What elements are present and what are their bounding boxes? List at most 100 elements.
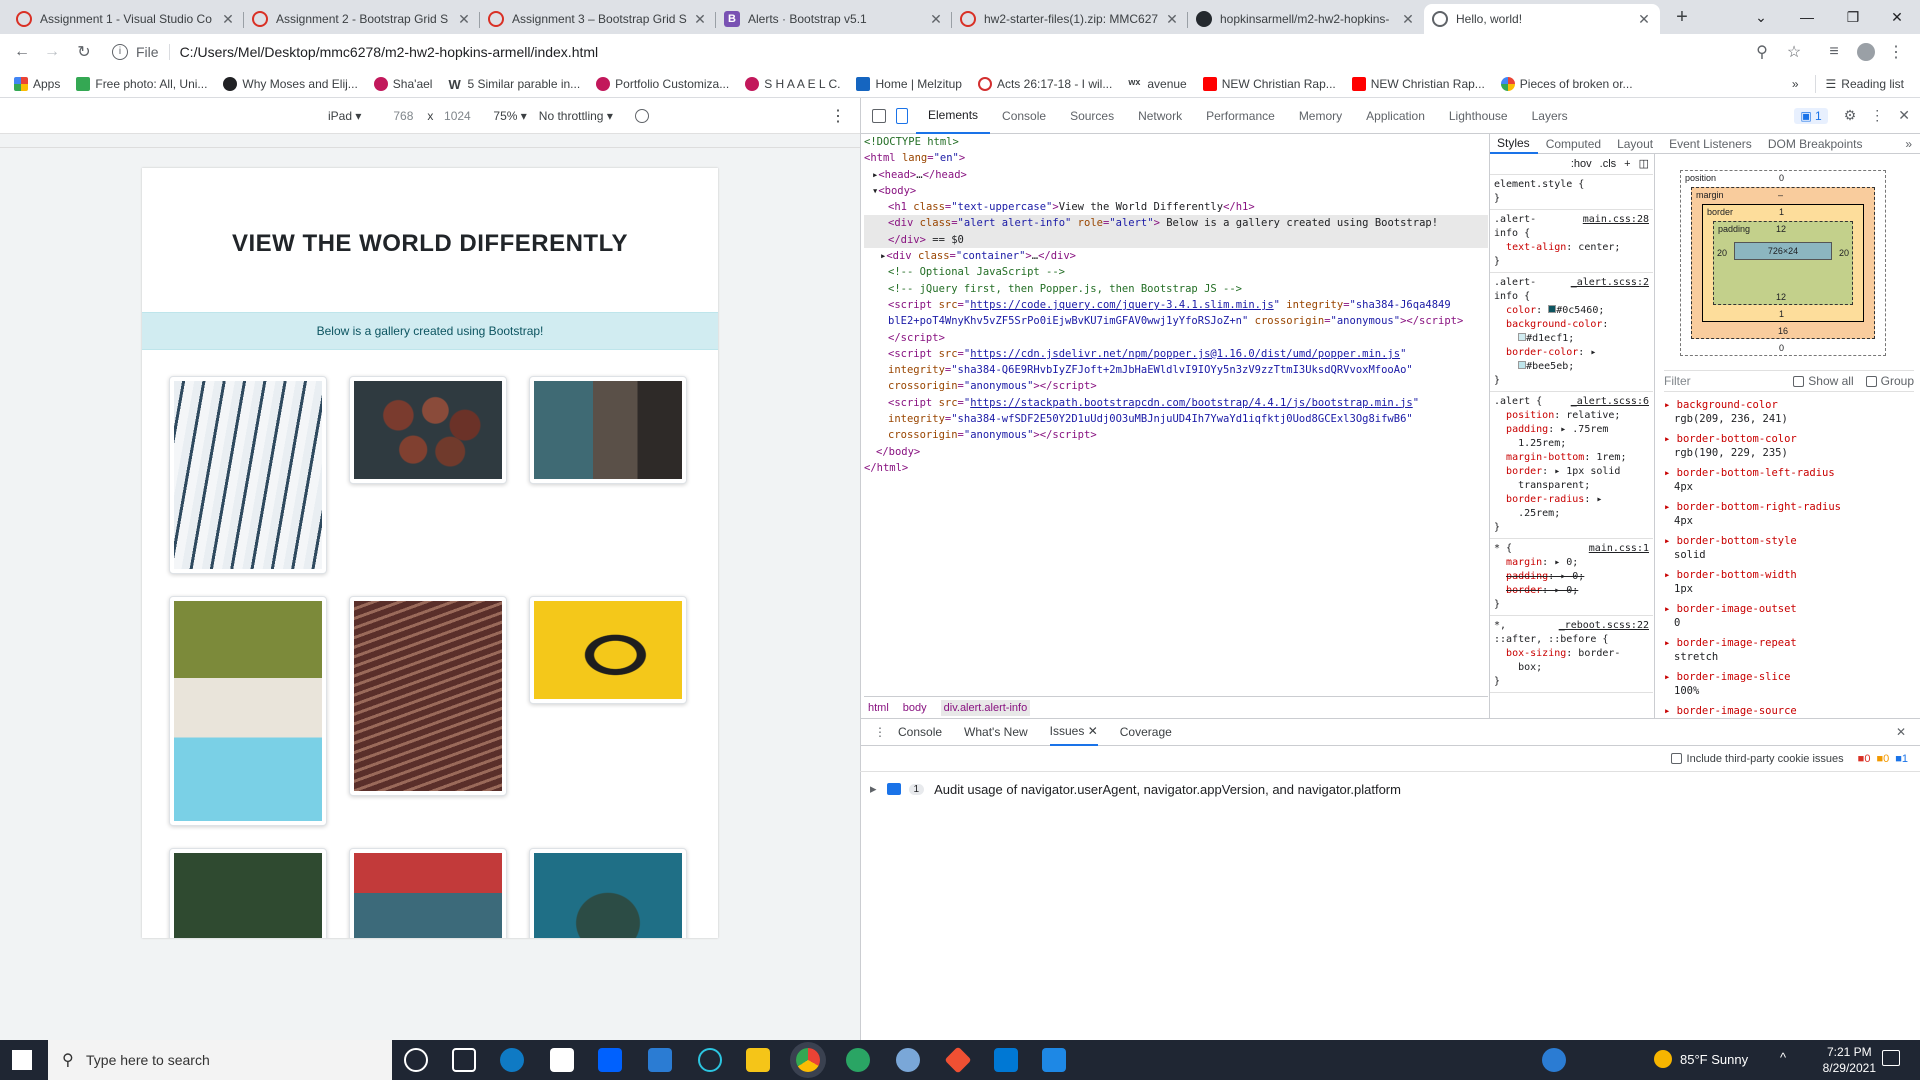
window-close-icon[interactable]: ✕ bbox=[1874, 0, 1920, 34]
dom-node[interactable]: ▸<div class="container">…</div> bbox=[864, 248, 1488, 264]
bookmark-item[interactable]: NEW Christian Rap... bbox=[1351, 76, 1485, 91]
bookmark-item[interactable]: wx avenue bbox=[1128, 77, 1186, 91]
tray-chevron-icon[interactable]: ^ bbox=[1780, 1050, 1786, 1065]
style-rule[interactable]: * {main.css:1 margin: ▸ 0; padding: ▸ 0;… bbox=[1490, 539, 1653, 616]
computed-property[interactable]: ▸ border-bottom-left-radius 4px bbox=[1664, 466, 1912, 494]
gallery-image[interactable] bbox=[169, 376, 327, 574]
tab-6-active[interactable]: Hello, world! ✕ bbox=[1424, 4, 1660, 34]
computed-property[interactable]: ▸ border-image-slice 100% bbox=[1664, 670, 1912, 698]
tab-performance[interactable]: Performance bbox=[1194, 98, 1287, 134]
dom-node[interactable]: integrity="sha384-wfSDF2E50Y2D1uUdj0O3uM… bbox=[864, 411, 1488, 427]
box-model[interactable]: position 0 0 margin – 16 border 1 1 padd… bbox=[1680, 170, 1886, 356]
dom-node[interactable]: ▾<body> bbox=[864, 183, 1488, 199]
bookmark-item[interactable]: Acts 26:17-18 - I wil... bbox=[977, 76, 1112, 91]
dropbox-icon[interactable] bbox=[598, 1048, 622, 1072]
computed-property[interactable]: ▸ border-bottom-style solid bbox=[1664, 534, 1912, 562]
drawer-menu-icon[interactable]: ⋮ bbox=[874, 725, 886, 739]
device-width-input[interactable]: 768 bbox=[385, 109, 421, 123]
bookmark-item[interactable]: NEW Christian Rap... bbox=[1202, 76, 1336, 91]
dom-node[interactable]: </html> bbox=[864, 460, 1488, 476]
device-height-input[interactable]: 1024 bbox=[439, 109, 475, 123]
media-query-ruler[interactable] bbox=[0, 134, 860, 148]
gallery-image[interactable] bbox=[169, 848, 327, 938]
drawer-close-icon[interactable]: ✕ bbox=[1896, 725, 1906, 739]
dom-node[interactable]: <!DOCTYPE html> bbox=[864, 134, 1488, 150]
inspect-icon[interactable] bbox=[872, 108, 886, 123]
file-explorer-icon[interactable] bbox=[746, 1048, 770, 1072]
dom-node[interactable]: <script src="https://cdn.jsdelivr.net/np… bbox=[864, 346, 1488, 362]
dom-node[interactable]: <script src="https://code.jquery.com/jqu… bbox=[864, 297, 1488, 313]
maximize-icon[interactable]: ❐ bbox=[1830, 0, 1876, 34]
tab-4[interactable]: hw2-starter-files(1).zip: MMC627 ✕ bbox=[952, 4, 1188, 34]
issue-row[interactable]: ▸ 1 Audit usage of navigator.userAgent, … bbox=[860, 776, 1920, 802]
drawer-tab-console[interactable]: Console bbox=[898, 725, 942, 739]
more-bookmarks-icon[interactable]: » bbox=[1792, 77, 1799, 91]
device-select[interactable]: iPad ▾ bbox=[328, 109, 361, 123]
close-icon[interactable]: ✕ bbox=[928, 11, 944, 28]
bookmark-apps[interactable]: Apps bbox=[14, 76, 60, 91]
dom-node[interactable]: blE2+poT4WnyKhv5vZF5SrPo0iEjwBvKU7imGFAV… bbox=[864, 313, 1488, 329]
close-icon[interactable]: ✕ bbox=[456, 11, 472, 28]
bookmark-item[interactable]: Portfolio Customiza... bbox=[596, 76, 729, 91]
dom-comment[interactable]: <!-- Optional JavaScript --> bbox=[864, 264, 1488, 280]
third-party-checkbox[interactable] bbox=[1670, 753, 1682, 764]
tab-search-icon[interactable]: ⌄ bbox=[1738, 0, 1784, 34]
edge-icon[interactable] bbox=[500, 1048, 524, 1072]
weather-widget[interactable]: 85°F Sunny bbox=[1654, 1050, 1748, 1068]
info-icon[interactable]: i bbox=[112, 44, 128, 60]
help-icon[interactable] bbox=[1542, 1048, 1566, 1072]
bookmark-star-icon[interactable]: ☆ bbox=[1782, 40, 1806, 64]
close-icon[interactable]: ✕ bbox=[692, 11, 708, 28]
dom-node[interactable]: <h1 class="text-uppercase">View the Worl… bbox=[864, 199, 1488, 215]
style-rule[interactable]: .alert {_alert.scss:6 position: relative… bbox=[1490, 392, 1653, 539]
computed-property[interactable]: ▸ border-bottom-width 1px bbox=[1664, 568, 1912, 596]
chrome-icon[interactable] bbox=[796, 1048, 820, 1072]
computed-property[interactable]: ▸ border-image-repeat stretch bbox=[1664, 636, 1912, 664]
dom-tree[interactable]: <!DOCTYPE html> <html lang="en"> ▸<head>… bbox=[864, 134, 1488, 696]
computed-property[interactable]: ▸ border-image-source bbox=[1664, 704, 1912, 716]
bookmark-item[interactable]: Free photo: All, Uni... bbox=[76, 76, 207, 91]
zoom-icon[interactable]: ⚲ bbox=[1750, 40, 1774, 64]
issues-badge[interactable]: ▣ 1 bbox=[1794, 107, 1828, 124]
dom-node[interactable]: crossorigin="anonymous"></script> bbox=[864, 378, 1488, 394]
cortana-icon[interactable] bbox=[404, 1048, 428, 1072]
gallery-image[interactable] bbox=[349, 376, 507, 484]
drawer-tab-coverage[interactable]: Coverage bbox=[1120, 725, 1172, 739]
gallery-image[interactable] bbox=[529, 596, 687, 704]
back-icon[interactable]: ← bbox=[10, 40, 34, 64]
tab-dom-breakpoints[interactable]: DOM Breakpoints bbox=[1760, 134, 1871, 154]
new-tab-icon[interactable]: + bbox=[1670, 6, 1694, 30]
dom-node[interactable]: <script src="https://stackpath.bootstrap… bbox=[864, 395, 1488, 411]
computed-property[interactable]: ▸ border-bottom-right-radius 4px bbox=[1664, 500, 1912, 528]
style-rule[interactable]: .alert-main.css:28 info { text-align: cen… bbox=[1490, 210, 1653, 273]
tab-application[interactable]: Application bbox=[1354, 98, 1437, 134]
url-text[interactable]: C:/Users/Mel/Desktop/mmc6278/m2-hw2-hopk… bbox=[180, 44, 599, 60]
devtools-close-icon[interactable]: ✕ bbox=[1898, 107, 1910, 124]
vscode-icon[interactable] bbox=[994, 1048, 1018, 1072]
style-rule[interactable]: element.style {} bbox=[1490, 175, 1653, 210]
git-icon[interactable] bbox=[944, 1046, 972, 1074]
close-icon[interactable]: ✕ bbox=[1636, 11, 1652, 28]
styles-pane[interactable]: :hov .cls + ◫ element.style {} .alert-main.… bbox=[1489, 134, 1653, 718]
tab-event-listeners[interactable]: Event Listeners bbox=[1661, 134, 1760, 154]
tab-2[interactable]: Assignment 3 – Bootstrap Grid S ✕ bbox=[480, 4, 716, 34]
tab-1[interactable]: Assignment 2 - Bootstrap Grid S ✕ bbox=[244, 4, 480, 34]
dom-node[interactable]: <html lang="en"> bbox=[864, 150, 1488, 166]
hov-toggle[interactable]: :hov bbox=[1571, 157, 1592, 171]
tab-memory[interactable]: Memory bbox=[1287, 98, 1354, 134]
breadcrumb-body[interactable]: body bbox=[903, 702, 927, 714]
new-rule-icon[interactable]: + bbox=[1624, 157, 1630, 171]
gallery-image[interactable] bbox=[529, 376, 687, 484]
sidebar-toggle-icon[interactable]: ◫ bbox=[1639, 157, 1649, 171]
device-toggle-icon[interactable] bbox=[896, 107, 908, 124]
address-bar[interactable]: i File C:/Users/Mel/Desktop/mmc6278/m2-h… bbox=[112, 38, 1812, 66]
expand-arrow-icon[interactable]: ▸ bbox=[870, 781, 877, 797]
minimize-icon[interactable]: — bbox=[1784, 0, 1830, 34]
tab-3[interactable]: B Alerts · Bootstrap v5.1 ✕ bbox=[716, 4, 952, 34]
gallery-image[interactable] bbox=[169, 596, 327, 826]
notifications-icon[interactable] bbox=[1882, 1050, 1900, 1066]
style-rule[interactable]: .alert- _alert.scss:2 info { color: #0c546… bbox=[1490, 273, 1653, 392]
computed-filter-input[interactable]: Filter bbox=[1664, 374, 1793, 388]
drawer-tab-issues[interactable]: Issues ✕ bbox=[1049, 718, 1098, 746]
close-icon[interactable]: ✕ bbox=[1088, 724, 1098, 738]
